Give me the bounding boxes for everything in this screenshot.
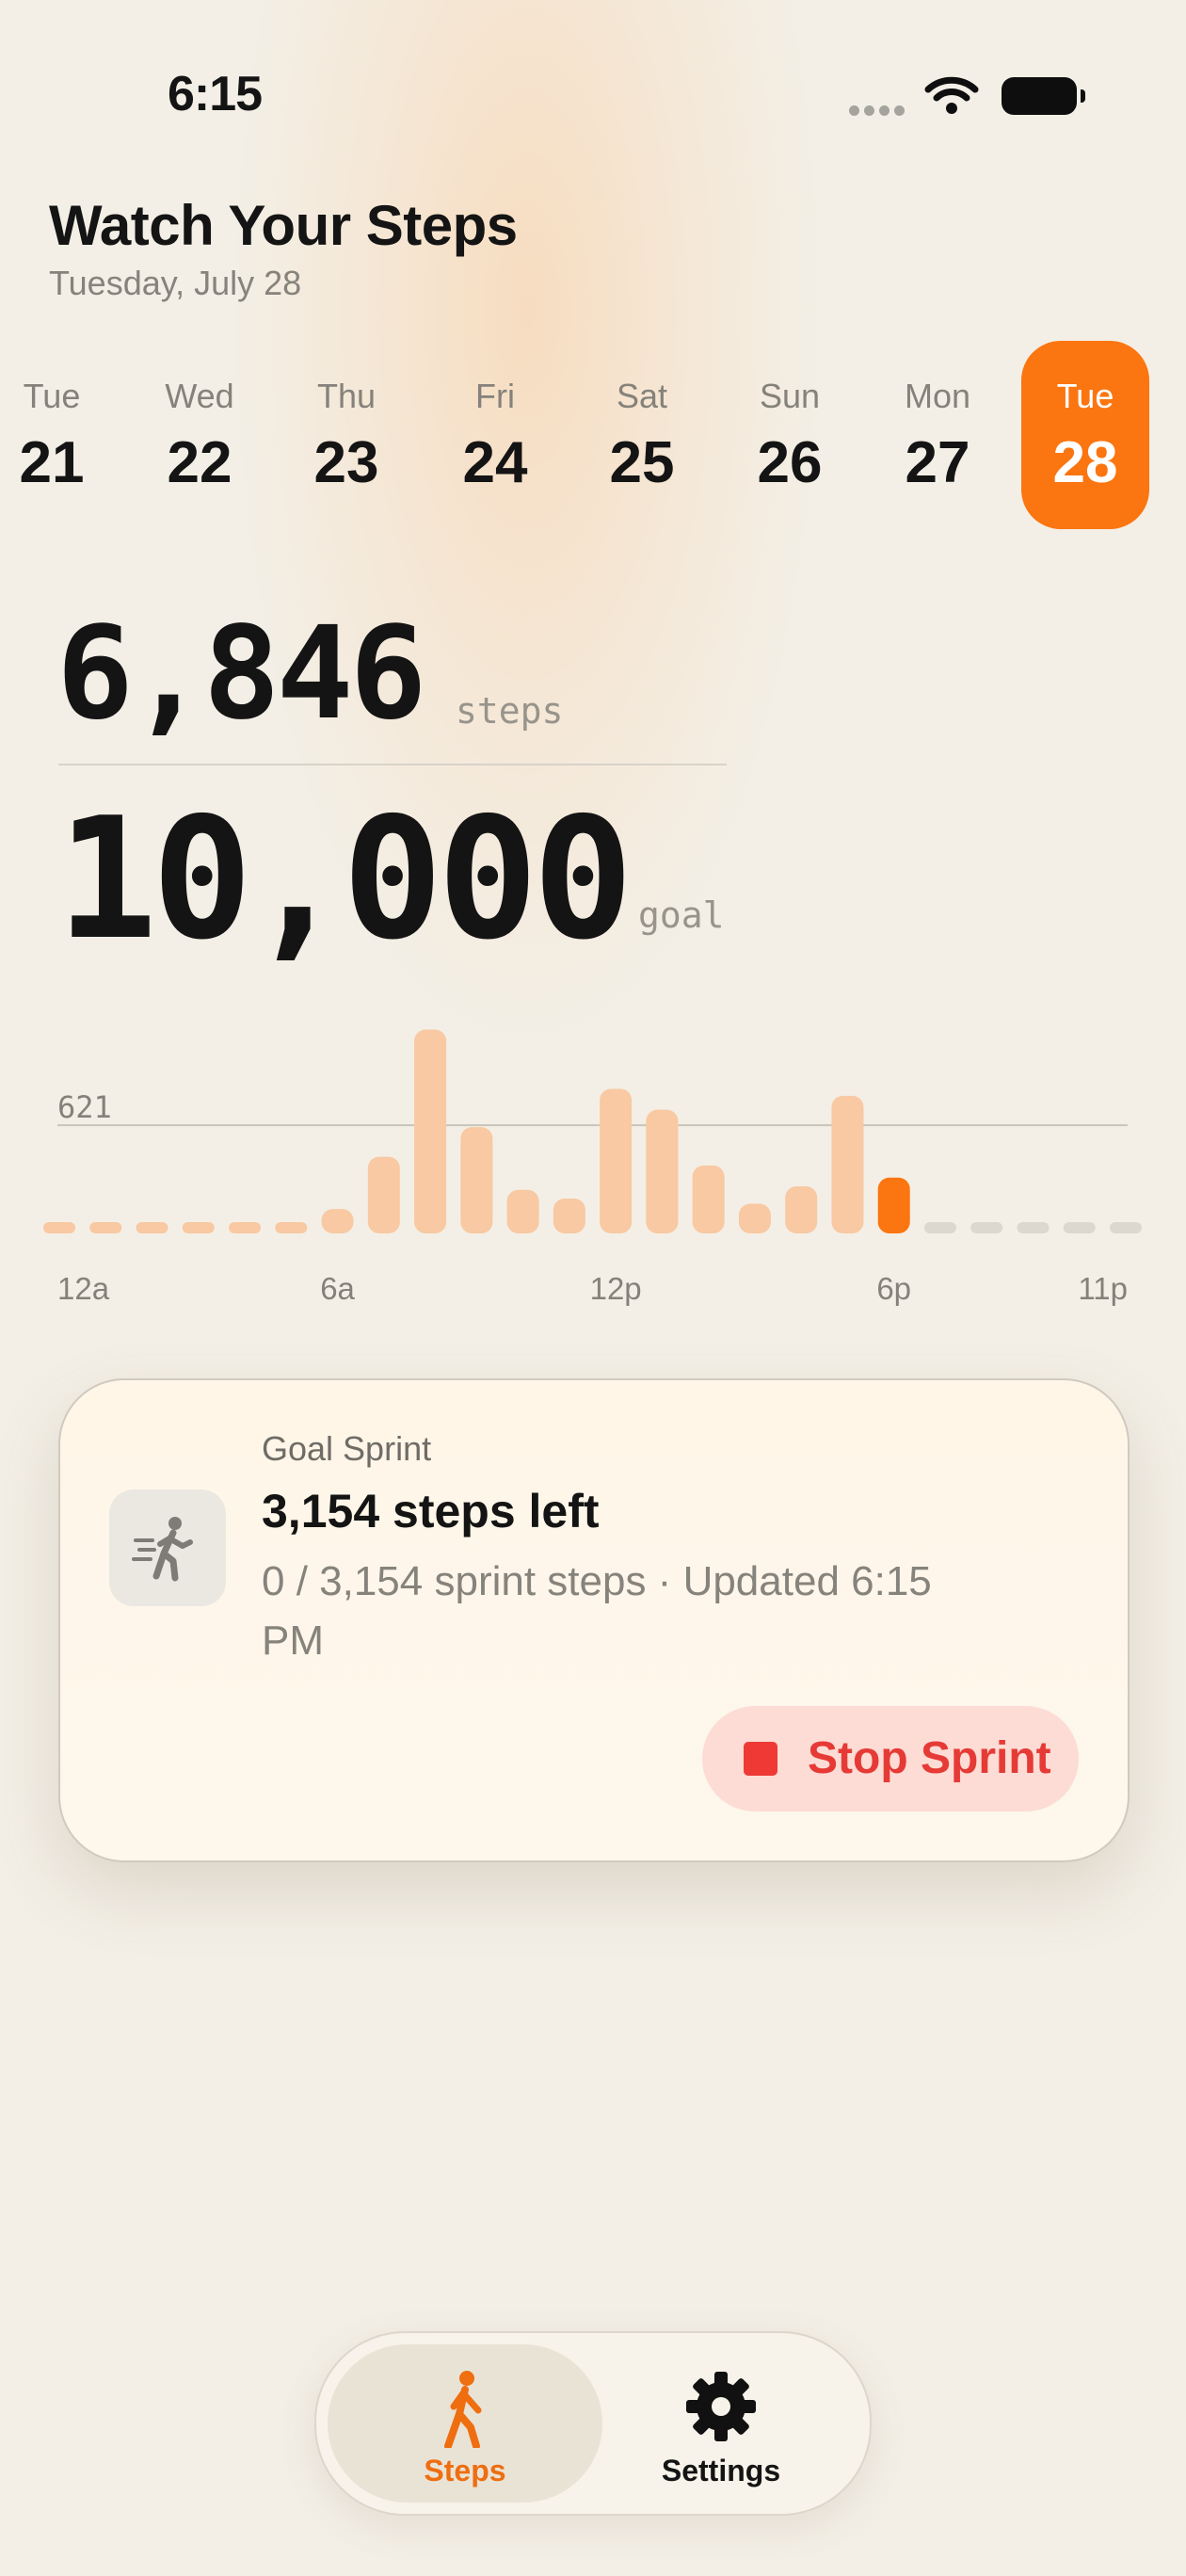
- day-number: 26: [757, 430, 823, 495]
- tab-steps-label: Steps: [424, 2454, 506, 2487]
- hour-bar-10: [506, 1189, 539, 1233]
- hour-bar-5: [275, 1222, 308, 1233]
- steps-count: 6,846: [56, 600, 426, 749]
- hour-bar-21: [1017, 1222, 1050, 1233]
- stop-icon: [744, 1742, 777, 1776]
- hour-bar-18: [877, 1177, 910, 1233]
- day-number: 21: [19, 430, 85, 495]
- day-tue-28-selected[interactable]: Tue 28: [1021, 341, 1149, 529]
- walking-figure-icon: [444, 2371, 482, 2448]
- tab-bar: Steps Settings: [314, 2331, 872, 2516]
- tab-settings[interactable]: Settings: [584, 2344, 858, 2503]
- x-tick-label: 6a: [320, 1271, 355, 1306]
- stop-sprint-button[interactable]: Stop Sprint: [702, 1706, 1079, 1811]
- day-label: Mon: [904, 377, 971, 415]
- goal-sprint-card: Goal Sprint 3,154 steps left 0 / 3,154 s…: [58, 1378, 1130, 1862]
- hour-bar-22: [1063, 1222, 1096, 1233]
- day-number: 27: [905, 430, 970, 495]
- day-sat-25[interactable]: Sat 25: [578, 341, 706, 529]
- hour-bar-15: [738, 1203, 771, 1233]
- card-detail: 0 / 3,154 sprint steps · Updated 6:15 PM: [262, 1558, 932, 1664]
- day-selector: Tue 21 Wed 22 Thu 23 Fri 24 Sat 25 Sun 2…: [0, 341, 1186, 529]
- hour-bar-2: [136, 1222, 168, 1233]
- hour-bar-23: [1110, 1222, 1142, 1233]
- day-thu-23[interactable]: Thu 23: [282, 341, 410, 529]
- goal-count: 10,000: [56, 781, 633, 976]
- tab-steps[interactable]: Steps: [328, 2344, 602, 2503]
- hour-bar-9: [460, 1127, 493, 1233]
- stop-sprint-label: Stop Sprint: [808, 1733, 1051, 1783]
- day-number: 23: [313, 430, 379, 495]
- day-mon-27[interactable]: Mon 27: [873, 341, 1002, 529]
- day-label: Wed: [165, 377, 234, 415]
- wifi-icon: [924, 75, 979, 120]
- goal-unit-label: goal: [638, 894, 725, 936]
- card-kicker: Goal Sprint: [262, 1429, 432, 1468]
- hour-bar-7: [367, 1156, 400, 1233]
- x-tick-label: 12a: [57, 1271, 110, 1306]
- hourly-steps-chart: 621 12a 6a 12p 6p 11p: [43, 1029, 1142, 1306]
- day-label: Fri: [475, 377, 515, 415]
- hour-bar-0: [43, 1222, 75, 1233]
- hour-bar-6: [321, 1209, 354, 1233]
- steps-unit-label: steps: [456, 690, 564, 732]
- day-tue-21[interactable]: Tue 21: [0, 341, 116, 529]
- day-label: Sun: [759, 377, 821, 415]
- hour-bar-13: [646, 1109, 679, 1233]
- reference-line-label: 621: [57, 1089, 112, 1125]
- hour-bar-11: [553, 1199, 585, 1233]
- hour-bar-12: [600, 1088, 633, 1233]
- x-tick-label: 12p: [590, 1271, 642, 1306]
- hour-bar-4: [229, 1222, 262, 1233]
- status-bar: 6:15: [0, 0, 1186, 121]
- x-tick-label: 11p: [1078, 1271, 1128, 1306]
- hour-bar-8: [414, 1029, 447, 1233]
- hour-bar-20: [970, 1222, 1003, 1233]
- running-figure-icon: [109, 1489, 226, 1606]
- tab-settings-label: Settings: [661, 2454, 781, 2487]
- day-number: 22: [167, 430, 232, 495]
- page-date: Tuesday, July 28: [49, 264, 302, 302]
- x-tick-label: 6p: [876, 1271, 911, 1306]
- battery-icon: [1002, 77, 1085, 115]
- day-label: Tue: [23, 377, 81, 415]
- page-title: Watch Your Steps: [49, 194, 518, 257]
- gear-icon: [686, 2372, 756, 2441]
- hour-bar-3: [182, 1222, 215, 1233]
- day-fri-24[interactable]: Fri 24: [431, 341, 559, 529]
- day-number: 25: [609, 430, 675, 495]
- day-label: Sat: [616, 377, 668, 415]
- hour-bar-19: [923, 1222, 956, 1233]
- card-title: 3,154 steps left: [262, 1485, 600, 1538]
- day-wed-22[interactable]: Wed 22: [136, 341, 264, 529]
- day-label: Thu: [316, 377, 377, 415]
- summary-divider: [58, 764, 727, 765]
- hour-bar-14: [692, 1165, 725, 1233]
- day-label: Tue: [1056, 377, 1114, 415]
- day-number: 28: [1052, 430, 1118, 495]
- cellular-signal-icon: [849, 104, 909, 121]
- day-sun-26[interactable]: Sun 26: [726, 341, 854, 529]
- day-number: 24: [462, 430, 528, 495]
- hour-bar-17: [831, 1095, 864, 1233]
- hour-bar-1: [89, 1222, 122, 1233]
- hour-bar-16: [785, 1186, 818, 1233]
- status-time: 6:15: [168, 67, 263, 121]
